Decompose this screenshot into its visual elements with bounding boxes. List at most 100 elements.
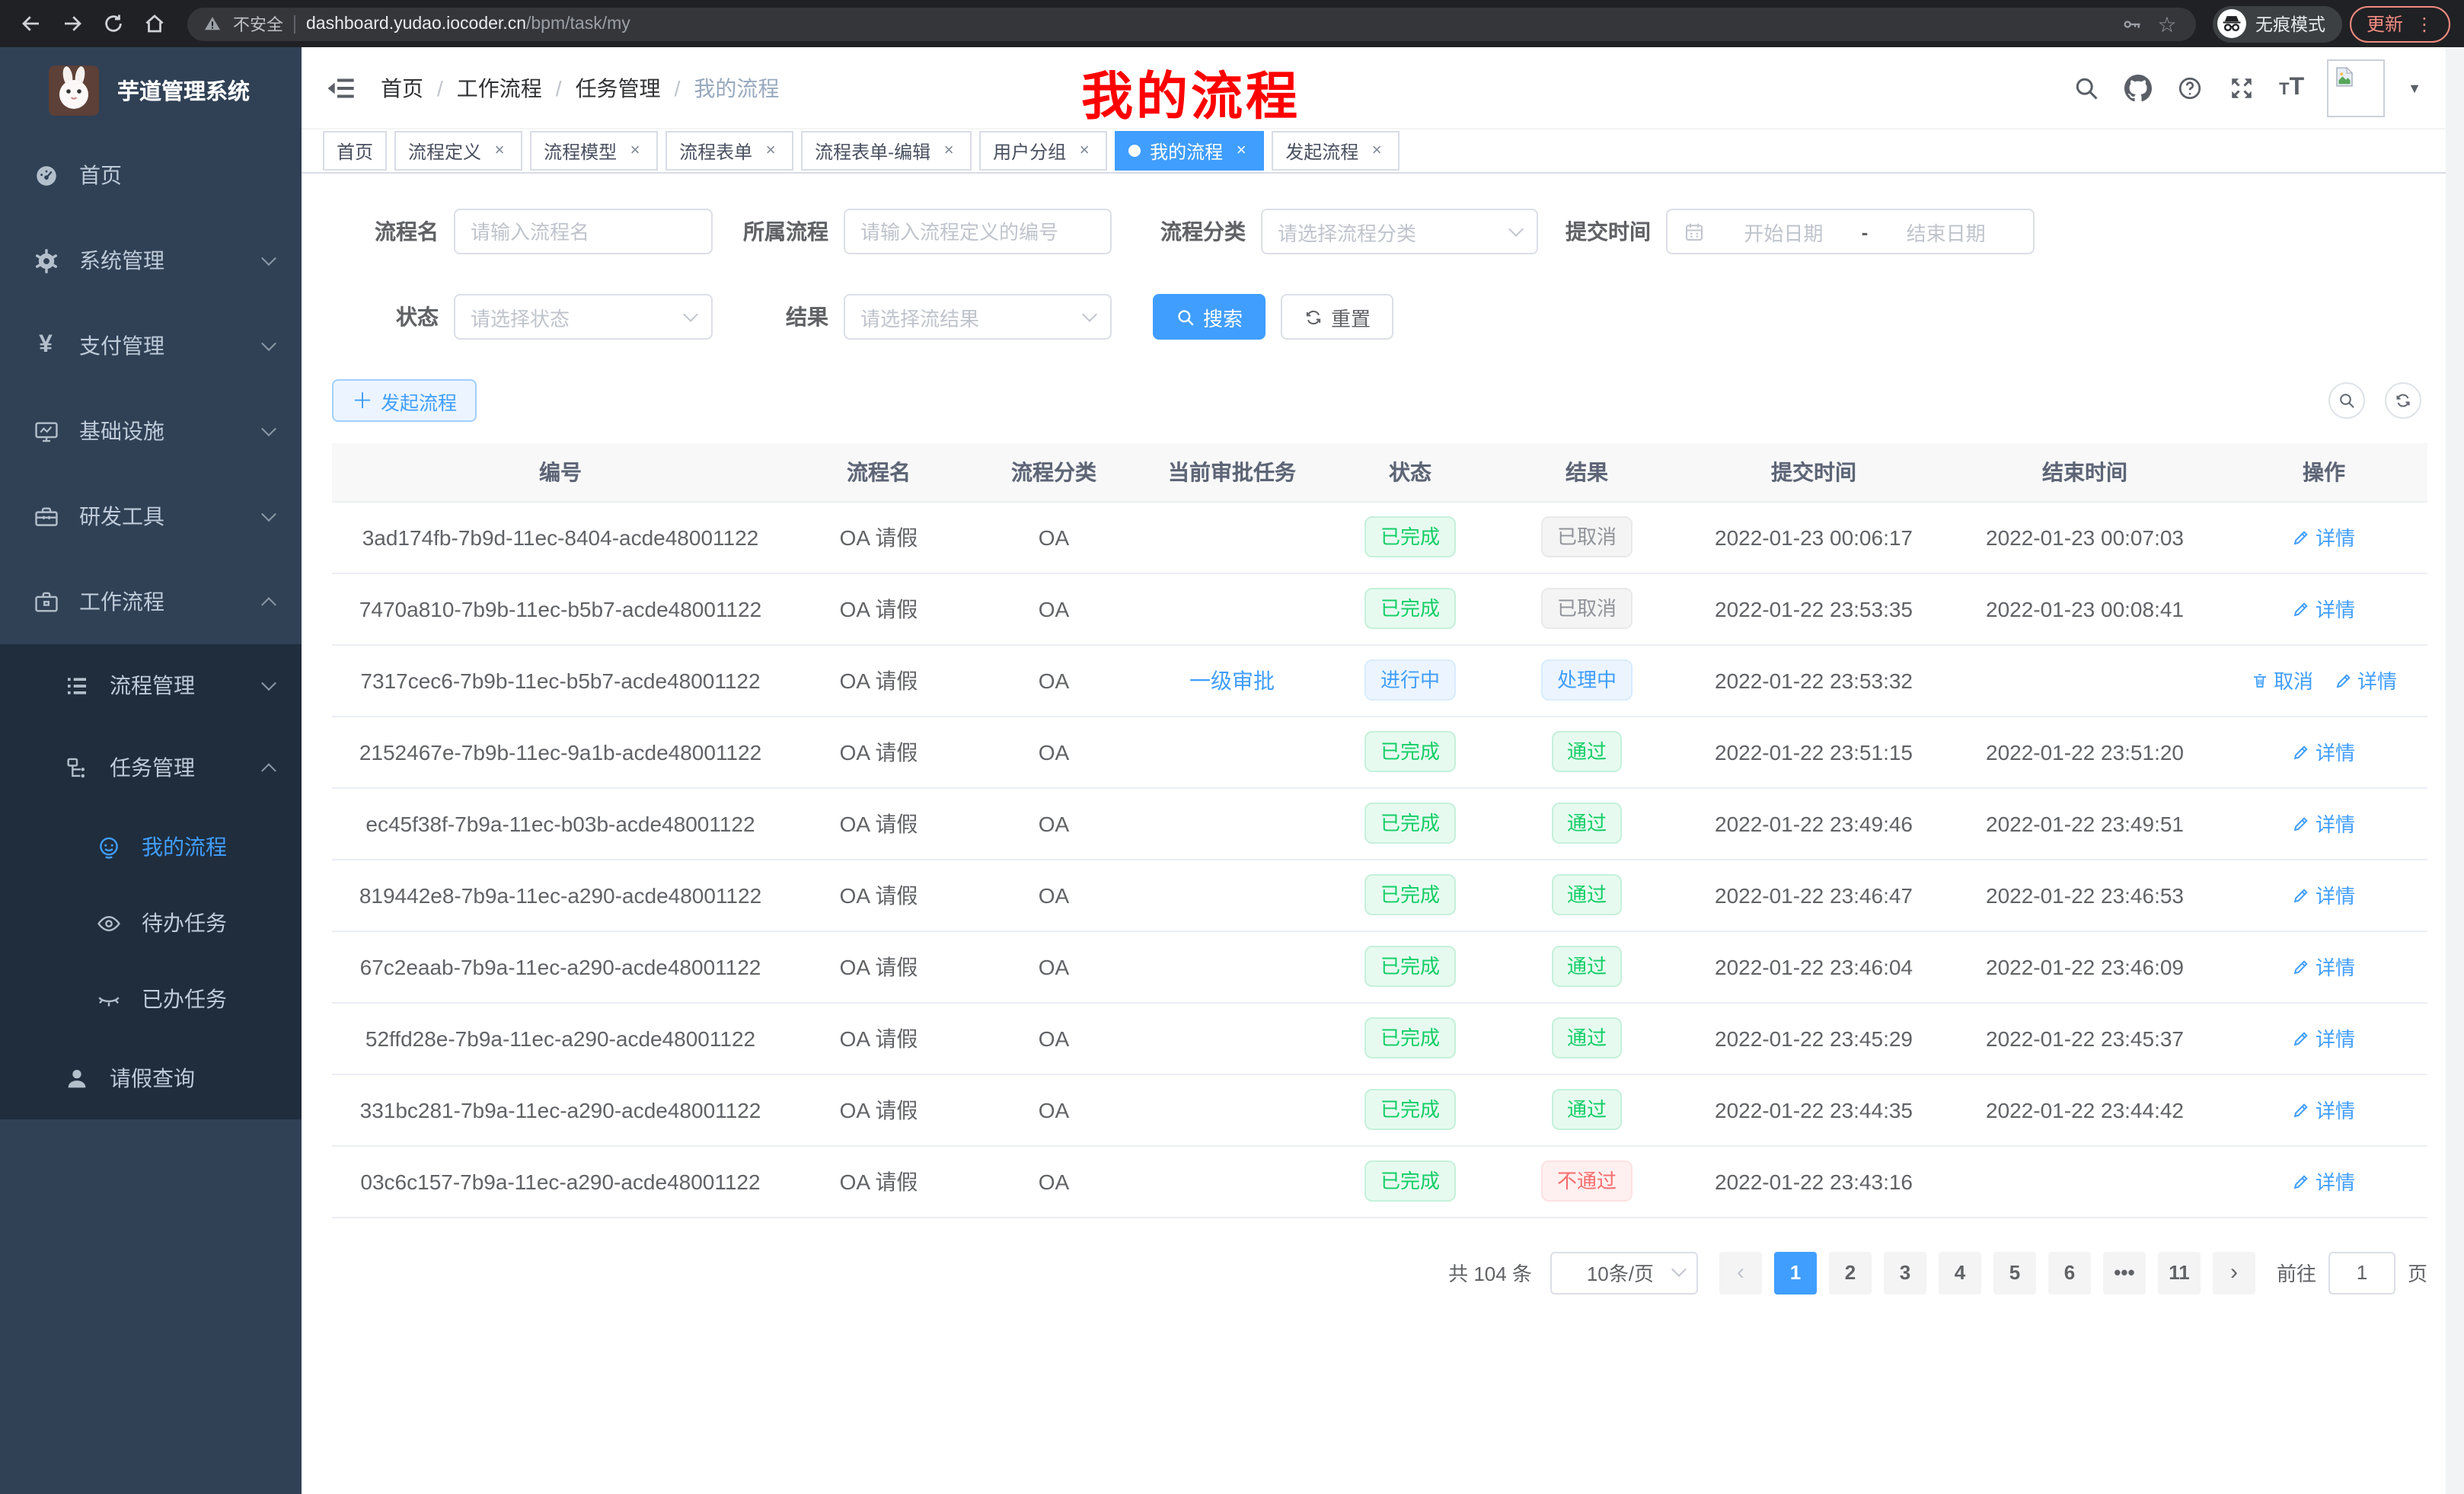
- sidebar-item-system[interactable]: 系统管理: [0, 218, 302, 303]
- action-detail-link[interactable]: 详情: [2293, 522, 2355, 551]
- sidebar-item-payment[interactable]: ¥支付管理: [0, 303, 302, 388]
- tab-process-model[interactable]: 流程模型×: [530, 131, 658, 171]
- sidebar-item-home[interactable]: 首页: [0, 132, 302, 218]
- tags-view-bar: 首页流程定义×流程模型×流程表单×流程表单-编辑×用户分组×我的流程×发起流程×: [302, 128, 2446, 174]
- sidebar-item-my-process[interactable]: 我的流程: [0, 809, 302, 885]
- process-id-cell: 7317cec6-7b9b-11ec-b5b7-acde48001122: [332, 644, 789, 716]
- action-detail-link[interactable]: 详情: [2335, 666, 2397, 694]
- goto-page-input[interactable]: [2328, 1251, 2395, 1294]
- table-row: 7317cec6-7b9b-11ec-b5b7-acde48001122OA 请…: [332, 644, 2427, 716]
- tab-start-process[interactable]: 发起流程×: [1272, 131, 1400, 171]
- back-icon[interactable]: [14, 7, 47, 40]
- action-detail-link[interactable]: 详情: [2293, 809, 2355, 838]
- table-search-toggle-button[interactable]: [2328, 382, 2365, 419]
- breadcrumb-item[interactable]: 工作流程: [457, 72, 542, 103]
- goto-label: 前往: [2277, 1258, 2316, 1287]
- pagination-page-11[interactable]: 11: [2158, 1251, 2201, 1294]
- process-definition-input[interactable]: [844, 209, 1112, 254]
- home-icon[interactable]: [137, 7, 171, 40]
- process-category-cell: OA: [969, 716, 1139, 787]
- pagination-page-4[interactable]: 4: [1939, 1251, 1981, 1294]
- breadcrumb-item[interactable]: 任务管理: [576, 72, 661, 103]
- sidebar-item-dev-tools[interactable]: 研发工具: [0, 474, 302, 559]
- pagination-page-6[interactable]: 6: [2048, 1251, 2091, 1294]
- current-task-link[interactable]: 一级审批: [1189, 668, 1275, 692]
- start-process-button[interactable]: ＋ 发起流程: [332, 379, 477, 422]
- tab-user-group[interactable]: 用户分组×: [979, 131, 1107, 171]
- close-icon[interactable]: ×: [940, 142, 958, 159]
- pagination-prev-button[interactable]: ‹: [1719, 1251, 1762, 1294]
- sidebar-item-process-management[interactable]: 流程管理: [0, 644, 302, 726]
- page-size-select[interactable]: 10条/页: [1550, 1251, 1698, 1294]
- edit-icon: [2293, 599, 2311, 618]
- pagination-page-1[interactable]: 1: [1774, 1251, 1817, 1294]
- breadcrumb-item[interactable]: 首页: [381, 72, 423, 103]
- caret-down-icon[interactable]: ▼: [2408, 80, 2421, 95]
- action-cancel-link[interactable]: 取消: [2251, 666, 2313, 694]
- result-badge: 通过: [1552, 731, 1622, 772]
- forward-icon[interactable]: [55, 7, 88, 40]
- hamburger-fold-icon[interactable]: [326, 72, 356, 103]
- end-time-cell: 2022-01-22 23:46:09: [1949, 931, 2220, 1002]
- page-scrollbar[interactable]: [2446, 47, 2464, 1494]
- tab-process-form[interactable]: 流程表单×: [665, 131, 793, 171]
- fullscreen-icon[interactable]: [2227, 73, 2256, 102]
- password-key-icon[interactable]: [2120, 11, 2144, 36]
- github-icon[interactable]: [2124, 73, 2153, 102]
- url-bar[interactable]: 不安全 dashboard.yudao.iocoder.cn/bpm/task/…: [187, 7, 2196, 40]
- action-detail-link[interactable]: 详情: [2293, 880, 2355, 909]
- bookmark-star-icon[interactable]: ☆: [2155, 11, 2179, 36]
- sidebar-item-done-tasks[interactable]: 已办任务: [0, 961, 302, 1037]
- result-cell: 通过: [1495, 716, 1678, 787]
- font-size-icon[interactable]: TT: [2279, 74, 2304, 101]
- table-refresh-button[interactable]: [2385, 382, 2421, 419]
- edit-icon: [2293, 1029, 2311, 1047]
- process-name-input[interactable]: [454, 209, 713, 254]
- result-select[interactable]: 请选择流结果: [844, 294, 1112, 340]
- reload-icon[interactable]: [96, 7, 129, 40]
- pagination-page-2[interactable]: 2: [1829, 1251, 1872, 1294]
- close-icon[interactable]: ×: [626, 142, 644, 159]
- close-icon[interactable]: ×: [490, 142, 509, 159]
- close-icon[interactable]: ×: [1232, 142, 1250, 159]
- reset-button[interactable]: 重置: [1281, 294, 1393, 340]
- tab-my-process[interactable]: 我的流程×: [1115, 131, 1264, 171]
- tab-process-form-edit[interactable]: 流程表单-编辑×: [801, 131, 972, 171]
- sidebar-item-todo-tasks[interactable]: 待办任务: [0, 885, 302, 961]
- close-icon[interactable]: ×: [1075, 142, 1093, 159]
- pagination: 共 104 条10条/页‹123456•••11›前往页: [326, 1251, 2427, 1294]
- action-detail-link[interactable]: 详情: [2293, 1095, 2355, 1124]
- sidebar-item-leave-query[interactable]: 请假查询: [0, 1037, 302, 1119]
- action-detail-link[interactable]: 详情: [2293, 1167, 2355, 1196]
- browser-menu-button[interactable]: 更新 ⋮: [2350, 5, 2450, 42]
- action-detail-link[interactable]: 详情: [2293, 594, 2355, 623]
- help-question-icon[interactable]: [2175, 73, 2204, 102]
- pagination-ellipsis[interactable]: •••: [2103, 1251, 2146, 1294]
- process-category-select[interactable]: 请选择流程分类: [1261, 209, 1538, 254]
- search-icon[interactable]: [2072, 73, 2101, 102]
- end-time-cell: [1949, 1145, 2220, 1217]
- status-select[interactable]: 请选择状态: [454, 294, 713, 340]
- action-detail-link[interactable]: 详情: [2293, 952, 2355, 981]
- sidebar-item-task-management[interactable]: 任务管理: [0, 726, 302, 809]
- submit-time-range-picker[interactable]: 开始日期 - 结束日期: [1666, 209, 2035, 254]
- table-row: 7470a810-7b9b-11ec-b5b7-acde48001122OA 请…: [332, 573, 2427, 644]
- main-area: 首页/工作流程/任务管理/我的流程 我的流程 TT ▼ 首页流程定义×流程模型×…: [302, 47, 2446, 1494]
- avatar[interactable]: [2327, 59, 2385, 117]
- pagination-page-3[interactable]: 3: [1884, 1251, 1926, 1294]
- pagination-next-button[interactable]: ›: [2213, 1251, 2255, 1294]
- search-button[interactable]: 搜索: [1153, 294, 1266, 340]
- status-cell: 已完成: [1325, 931, 1495, 1002]
- tab-process-definition[interactable]: 流程定义×: [394, 131, 522, 171]
- app-logo-row[interactable]: 芋道管理系统: [0, 47, 302, 132]
- result-badge: 通过: [1552, 946, 1622, 987]
- close-icon[interactable]: ×: [1368, 142, 1386, 159]
- action-detail-link[interactable]: 详情: [2293, 737, 2355, 766]
- sidebar-item-workflow[interactable]: 工作流程: [0, 559, 302, 644]
- tab-home[interactable]: 首页: [323, 131, 387, 171]
- breadcrumb-separator: /: [437, 75, 443, 100]
- close-icon[interactable]: ×: [761, 142, 780, 159]
- action-detail-link[interactable]: 详情: [2293, 1023, 2355, 1052]
- sidebar-item-infrastructure[interactable]: 基础设施: [0, 388, 302, 474]
- pagination-page-5[interactable]: 5: [1993, 1251, 2036, 1294]
